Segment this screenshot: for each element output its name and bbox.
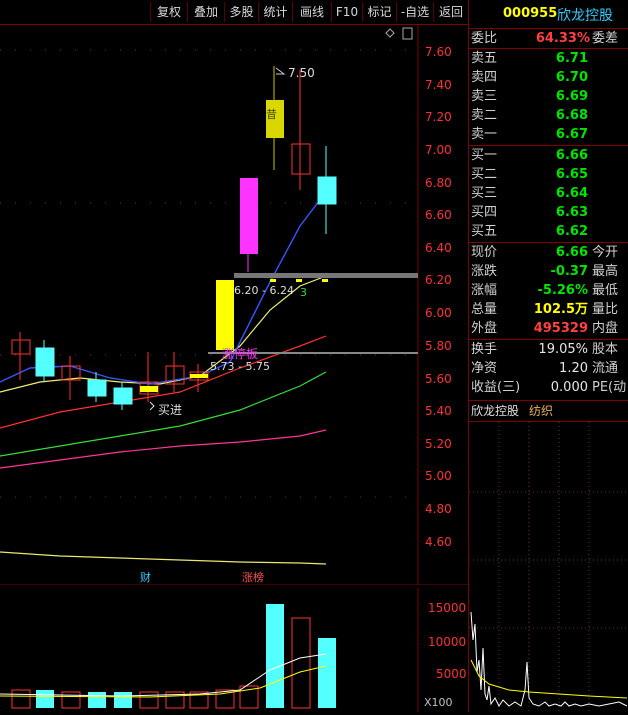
- intraday-avg-line: [470, 659, 628, 699]
- price-tick: 5.20: [425, 437, 452, 451]
- volume-tick: 5000: [436, 667, 467, 681]
- limit-up-label: 涨停板: [222, 346, 258, 361]
- toolbar-restore-button[interactable]: 复权: [150, 2, 187, 22]
- price-tick: 7.40: [425, 78, 452, 92]
- chart-toolbar: 复权 叠加 多股 统计 画线 F10 标记 -自选 返回: [0, 0, 468, 25]
- price-tick: 7.60: [425, 45, 452, 59]
- price-tick: 4.80: [425, 502, 452, 516]
- buy-signal-label: 买进: [158, 403, 182, 417]
- quote-row: 现价 6.66 今开: [471, 245, 619, 260]
- volume-bar: [114, 692, 132, 708]
- price-tick: 7.00: [425, 143, 452, 157]
- volume-unit: X100: [424, 696, 453, 709]
- quote-row: 涨跌 -0.37 最高: [471, 264, 619, 279]
- limit-up-candle: [216, 280, 234, 350]
- toolbar-unwatch-button[interactable]: -自选: [396, 2, 433, 22]
- event-financial: 财: [140, 570, 151, 584]
- candle: [35, 347, 55, 377]
- candle: [317, 176, 337, 205]
- kline-svg: 7.60 7.40 7.20 7.00 6.80 6.60 6.40 6.20 …: [0, 25, 468, 586]
- gap-band-upper: [234, 273, 418, 278]
- stock-header: 000955 欣龙控股: [469, 0, 628, 28]
- volume-tick: 10000: [428, 635, 466, 649]
- price-tick: 6.60: [425, 208, 452, 222]
- stock-code: 000955: [503, 6, 558, 21]
- buy-row: 买二 6.65: [471, 167, 588, 182]
- quote-row: 外盘 495329 内盘: [471, 321, 619, 336]
- intraday-mini-chart[interactable]: [469, 422, 628, 712]
- gap-label-upper: 6.20 - 6.24: [234, 284, 294, 297]
- buy-row: 买一 6.66: [471, 148, 588, 163]
- price-tick: 5.80: [425, 339, 452, 353]
- candle: [291, 143, 311, 175]
- price-tick: 4.60: [425, 535, 452, 549]
- candles-yellow: [140, 66, 284, 392]
- quote-panel: 000955 欣龙控股 委比 64.33% 委差 卖五 6.71 卖四 6.70 卖…: [469, 0, 628, 712]
- price-tick: 5.40: [425, 404, 452, 418]
- toolbar-stats-button[interactable]: 统计: [258, 2, 292, 22]
- volume-bar: [291, 617, 311, 709]
- sell-row: 卖一 6.67: [471, 127, 588, 142]
- candle: [11, 339, 31, 355]
- volume-chart[interactable]: 15000 10000 5000 X100: [0, 588, 468, 712]
- stock-name: 欣龙控股: [557, 8, 613, 24]
- volume-tick: 15000: [428, 601, 466, 615]
- weibi-value: 64.33%: [535, 31, 590, 46]
- high-price-label: 7.50: [288, 66, 315, 80]
- price-tick: 6.40: [425, 241, 452, 255]
- stock-name-tab[interactable]: 欣龙控股: [471, 402, 519, 420]
- window-maximize-icon[interactable]: [402, 27, 413, 40]
- buy-row: 买五 6.62: [471, 224, 588, 239]
- stats-row: 收益(三) 0.000 PE(动: [471, 380, 627, 395]
- volume-bar: [266, 604, 284, 708]
- volume-bar: [318, 638, 336, 708]
- stats-row: 净资 1.20 流通: [471, 361, 619, 376]
- toolbar-back-button[interactable]: 返回: [433, 2, 468, 22]
- candle-mark: 昔: [266, 108, 277, 121]
- industry-tab[interactable]: 纺织: [529, 402, 553, 420]
- price-tick: 5.00: [425, 469, 452, 483]
- toolbar-mark-button[interactable]: 标记: [362, 2, 396, 22]
- toolbar-overlay-button[interactable]: 叠加: [187, 2, 224, 22]
- sell-row: 卖二 6.68: [471, 108, 588, 123]
- buy-row: 买四 6.63: [471, 205, 588, 220]
- volume-bar: [88, 692, 106, 708]
- volume-bar: [61, 691, 81, 709]
- quote-row: 总量 102.5万 量比: [471, 302, 619, 317]
- sell-row: 卖四 6.70: [471, 70, 588, 85]
- price-tick: 5.60: [425, 372, 452, 386]
- candle: [240, 178, 258, 254]
- buy-row: 买三 6.64: [471, 186, 588, 201]
- ma-line-long: [0, 551, 327, 565]
- sell-row: 卖三 6.69: [471, 89, 588, 104]
- weibi-row: 委比 64.33% 委差: [471, 31, 619, 46]
- price-tick: 7.20: [425, 110, 452, 124]
- kline-chart[interactable]: 7.60 7.40 7.20 7.00 6.80 6.60 6.40 6.20 …: [0, 25, 468, 586]
- price-tick: 6.20: [425, 273, 452, 287]
- toolbar-f10-button[interactable]: F10: [331, 2, 362, 22]
- event-limit-list: 涨榜: [242, 570, 264, 584]
- price-tick: 6.00: [425, 306, 452, 320]
- toolbar-draw-button[interactable]: 画线: [292, 2, 331, 22]
- chart-toggle-icon[interactable]: [385, 28, 395, 38]
- volume-bar: [36, 690, 54, 708]
- volume-bar: [139, 691, 159, 709]
- sell-row: 卖五 6.71: [471, 51, 588, 66]
- stats-row: 换手 19.05% 股本: [471, 342, 619, 357]
- intraday-volume-line: [470, 611, 628, 707]
- candle: [87, 379, 107, 397]
- quote-row: 涨幅 -5.26% 最低: [471, 283, 619, 298]
- gap-count: 3: [300, 286, 307, 299]
- price-tick: 6.80: [425, 176, 452, 190]
- volume-svg: 15000 10000 5000 X100: [0, 588, 467, 712]
- toolbar-multi-stock-button[interactable]: 多股: [224, 2, 258, 22]
- candle: [190, 374, 208, 378]
- candle: [113, 387, 133, 405]
- gap-label-lower: 5.73 - 5.75: [210, 360, 270, 373]
- ma-line-pink: [0, 429, 327, 469]
- candle: [140, 386, 158, 392]
- volume-bar: [11, 689, 31, 709]
